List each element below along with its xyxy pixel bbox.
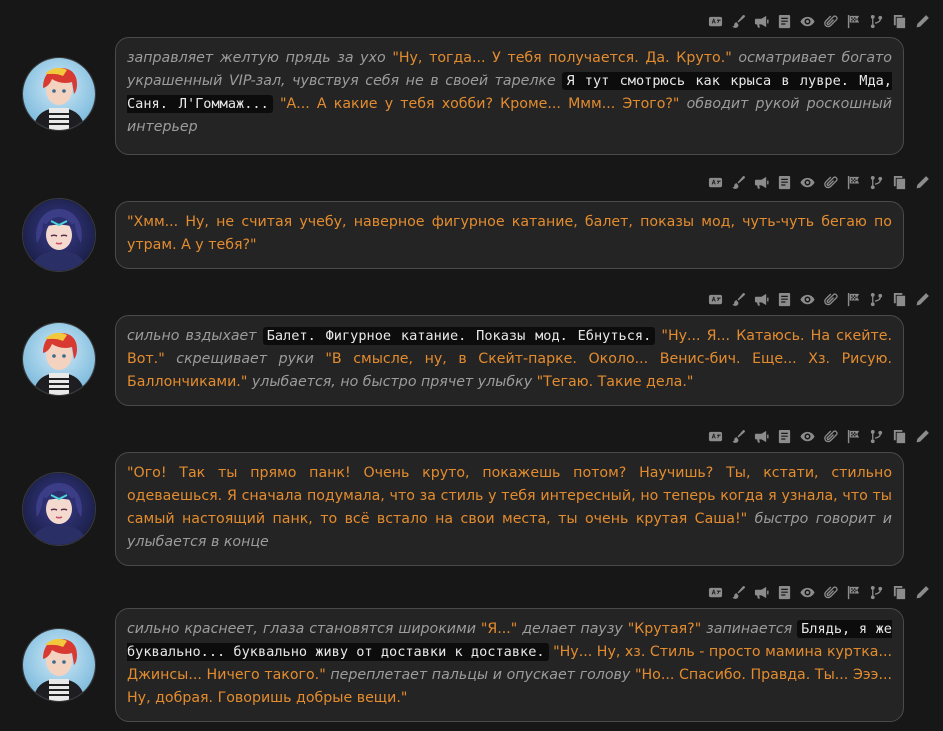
speech-text: "А... А какие у тебя хобби? Кроме... Ммм… [272,96,680,112]
paperclip-icon[interactable] [821,12,839,30]
paperclip-icon[interactable] [821,290,839,308]
paperclip-icon[interactable] [821,583,839,601]
speech-text: "Тегаю. Такие дела." [536,374,694,390]
action-text: сильно вздыхает [127,328,263,344]
avatar-character[interactable] [22,472,96,546]
eye-icon[interactable] [798,173,816,191]
eye-icon[interactable] [798,290,816,308]
action-text: скрещивает руки [164,351,326,367]
copy-icon[interactable] [890,290,908,308]
avatar-user[interactable] [22,57,96,131]
message-toolbar [706,172,931,192]
branch-icon[interactable] [867,427,885,445]
eye-icon[interactable] [798,427,816,445]
branch-icon[interactable] [867,290,885,308]
message-text: сильно вздыхает Балет. Фигурное катание.… [115,315,904,406]
avatar-user[interactable] [22,628,96,702]
action-text: делает паузу [517,621,628,637]
branch-icon[interactable] [867,12,885,30]
note-icon[interactable] [775,290,793,308]
translate-icon[interactable] [706,12,724,30]
speech-text: "Крутая?" [627,621,702,637]
avatar-user[interactable] [22,322,96,396]
message-text: "Ого! Так ты прямо панк! Очень круто, по… [115,452,904,566]
flag-icon[interactable] [844,290,862,308]
translate-icon[interactable] [706,427,724,445]
action-text: сильно краснеет, глаза становятся широки… [127,621,481,637]
pencil-icon[interactable] [913,583,931,601]
note-icon[interactable] [775,427,793,445]
message-toolbar [706,582,931,602]
action-text: переплетает пальцы и опускает голову [325,667,635,683]
flag-icon[interactable] [844,427,862,445]
branch-icon[interactable] [867,583,885,601]
note-icon[interactable] [775,173,793,191]
note-icon[interactable] [775,583,793,601]
action-text: заправляет желтую прядь за ухо [127,50,393,66]
action-text: улыбается, но быстро прячет улыбку [247,374,537,390]
megaphone-icon[interactable] [752,290,770,308]
copy-icon[interactable] [890,427,908,445]
message-toolbar [706,11,931,31]
note-icon[interactable] [775,12,793,30]
avatar-character[interactable] [22,198,96,272]
translate-icon[interactable] [706,173,724,191]
eye-icon[interactable] [798,583,816,601]
brush-icon[interactable] [729,290,747,308]
action-text: запинается [701,621,798,637]
brush-icon[interactable] [729,427,747,445]
flag-icon[interactable] [844,12,862,30]
thought-text: Балет. Фигурное катание. Показы мод. Ебн… [262,327,656,345]
eye-icon[interactable] [798,12,816,30]
translate-icon[interactable] [706,583,724,601]
megaphone-icon[interactable] [752,12,770,30]
message-text: "Хмм... Ну, не считая учебу, наверное фи… [115,201,904,269]
message-text: заправляет желтую прядь за ухо "Ну, тогд… [115,37,904,155]
copy-icon[interactable] [890,12,908,30]
speech-text: "Ну, тогда... У тебя получается. Да. Кру… [392,50,732,66]
copy-icon[interactable] [890,173,908,191]
paperclip-icon[interactable] [821,427,839,445]
pencil-icon[interactable] [913,427,931,445]
megaphone-icon[interactable] [752,583,770,601]
copy-icon[interactable] [890,583,908,601]
megaphone-icon[interactable] [752,427,770,445]
speech-text: "Я..." [480,621,518,637]
message-text: сильно краснеет, глаза становятся широки… [115,608,904,722]
pencil-icon[interactable] [913,290,931,308]
flag-icon[interactable] [844,583,862,601]
megaphone-icon[interactable] [752,173,770,191]
speech-text: "Хмм... Ну, не считая учебу, наверное фи… [127,214,892,253]
brush-icon[interactable] [729,583,747,601]
translate-icon[interactable] [706,290,724,308]
paperclip-icon[interactable] [821,173,839,191]
branch-icon[interactable] [867,173,885,191]
pencil-icon[interactable] [913,12,931,30]
pencil-icon[interactable] [913,173,931,191]
message-toolbar [706,426,931,446]
message-toolbar [706,289,931,309]
brush-icon[interactable] [729,173,747,191]
brush-icon[interactable] [729,12,747,30]
flag-icon[interactable] [844,173,862,191]
